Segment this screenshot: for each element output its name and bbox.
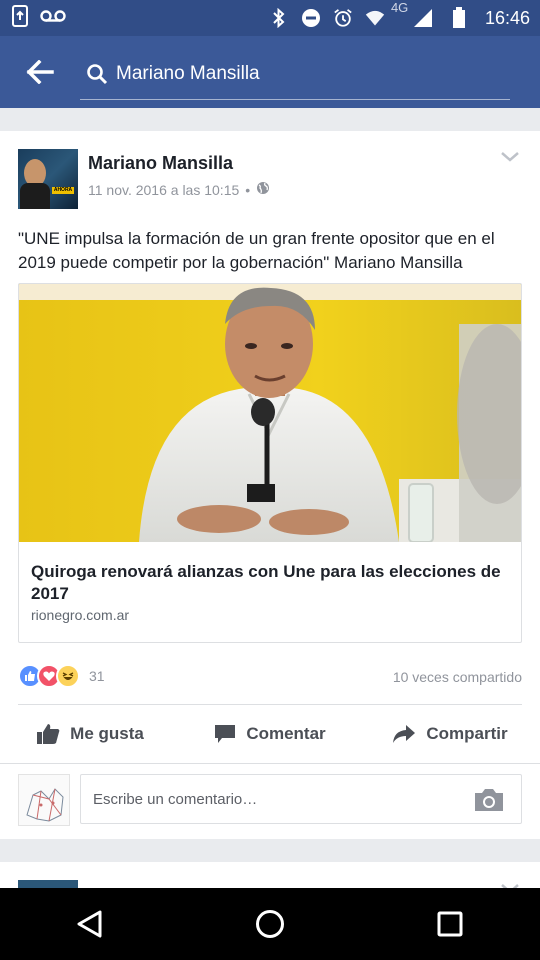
clock: 16:46: [484, 7, 530, 28]
back-button[interactable]: [0, 36, 80, 108]
camera-icon[interactable]: [473, 787, 505, 813]
avatar-badge: AHORA: [52, 187, 74, 194]
share-arrow-icon: [393, 725, 416, 743]
comment-label: Comentar: [246, 724, 326, 743]
post-text: "UNE impulsa la formación de un gran fre…: [18, 229, 495, 272]
search-header: [0, 36, 540, 108]
current-user-avatar: [18, 774, 70, 826]
screenshot-app-icon: [10, 4, 30, 32]
post-options-chevron-icon[interactable]: [498, 149, 522, 169]
triangle-back-icon: [77, 910, 102, 938]
voicemail-icon: [40, 9, 66, 28]
post-meta: 11 nov. 2016 a las 10:15 •: [88, 181, 270, 198]
speech-bubble-icon: [215, 725, 236, 743]
battery-icon: [449, 7, 469, 28]
search-field[interactable]: [80, 48, 510, 100]
nav-recents-button[interactable]: [420, 894, 480, 954]
network-label: 4G: [390, 0, 409, 15]
author-avatar[interactable]: AHORA: [18, 149, 78, 209]
like-button[interactable]: Me gusta: [0, 709, 180, 759]
nav-back-button[interactable]: [60, 894, 120, 954]
share-count[interactable]: 10 veces compartido: [393, 669, 522, 685]
nav-home-button[interactable]: [240, 894, 300, 954]
like-label: Me gusta: [70, 724, 144, 743]
next-author-avatar[interactable]: [18, 880, 78, 888]
square-recents-icon: [437, 911, 463, 937]
status-bar: 4G 16:46: [0, 0, 540, 36]
comment-composer: [0, 763, 540, 839]
system-nav-bar: [0, 888, 540, 960]
haha-icon: [56, 664, 80, 688]
avatar-body: [20, 183, 50, 209]
next-post-chevron-icon[interactable]: [498, 880, 522, 888]
alarm-icon: [333, 8, 353, 28]
link-image[interactable]: [19, 284, 521, 542]
link-title[interactable]: Quiroga renovará alianzas con Une para l…: [31, 561, 511, 605]
link-domain: rionegro.com.ar: [31, 607, 130, 623]
globe-icon: [256, 181, 270, 198]
cellular-signal-icon: 4G: [391, 0, 437, 28]
post-card: AHORA Mariano Mansilla 11 nov. 2016 a la…: [0, 131, 540, 839]
share-button[interactable]: Compartir: [360, 709, 540, 759]
post-actions: Me gusta Comentar Compartir: [0, 709, 540, 759]
arrow-left-icon: [26, 60, 54, 84]
do-not-disturb-icon: [301, 8, 321, 28]
search-input[interactable]: [116, 62, 496, 85]
reactions-summary[interactable]: 31: [18, 664, 105, 688]
wifi-icon: [365, 8, 385, 28]
magnifier-icon: [80, 63, 116, 85]
post-header: AHORA Mariano Mansilla 11 nov. 2016 a la…: [0, 131, 540, 211]
comment-button[interactable]: Comentar: [180, 709, 360, 759]
divider: [18, 704, 522, 705]
thumbs-up-icon: [37, 724, 60, 744]
author-name[interactable]: Mariano Mansilla: [88, 153, 233, 174]
meta-separator: •: [245, 181, 251, 198]
share-label: Compartir: [426, 724, 508, 743]
next-post-card: [0, 862, 540, 888]
post-date[interactable]: 11 nov. 2016 a las 10:15: [88, 182, 239, 198]
comment-field[interactable]: [80, 774, 522, 824]
comment-input[interactable]: [93, 790, 453, 808]
bluetooth-icon: [269, 8, 289, 28]
link-preview[interactable]: Quiroga renovará alianzas con Une para l…: [18, 283, 522, 643]
reaction-count: 31: [89, 668, 105, 684]
circle-home-icon: [256, 910, 284, 938]
